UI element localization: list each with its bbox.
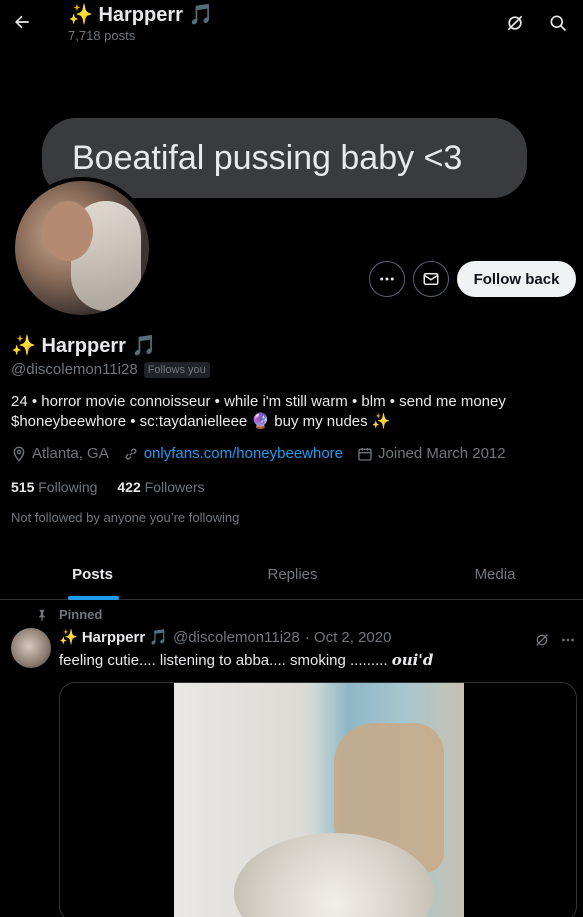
followers-count: 422 <box>117 479 141 495</box>
profile-tabs: Posts Replies Media <box>0 548 583 600</box>
handle-row: @discolemon11i28 Follows you <box>11 361 210 378</box>
tab-posts[interactable]: Posts <box>0 548 185 600</box>
top-bar: ✨ Harpperr 🎵 7,718 posts <box>0 0 583 50</box>
location-item: Atlanta, GA <box>11 445 109 462</box>
location-text: Atlanta, GA <box>32 445 109 462</box>
profile-bio: 24 • horror movie connoisseur • while i'… <box>11 392 576 432</box>
link-icon <box>125 447 137 460</box>
follow-counts: 515 Following 422 Followers <box>11 479 205 495</box>
active-tab-indicator <box>68 596 119 600</box>
post-media[interactable] <box>59 682 577 917</box>
location-icon <box>13 446 25 462</box>
message-button[interactable] <box>413 261 449 297</box>
search-icon[interactable] <box>545 10 571 36</box>
following-label: Following <box>38 479 98 495</box>
avatar-face <box>43 201 93 261</box>
pinned-indicator: Pinned <box>35 607 102 622</box>
profile-meta: Atlanta, GA onlyfans.com/honeybeewhore J… <box>11 445 520 462</box>
post-text-body: feeling cutie.... listening to abba.... … <box>59 652 388 669</box>
following-link[interactable]: 515 Following <box>11 479 97 495</box>
post-count: 7,718 posts <box>68 28 136 43</box>
back-arrow-icon[interactable] <box>8 8 36 36</box>
website-item[interactable]: onlyfans.com/honeybeewhore <box>123 445 343 462</box>
tab-media[interactable]: Media <box>400 548 583 600</box>
joined-item: Joined March 2012 <box>357 445 506 462</box>
header-title-block: ✨ Harpperr 🎵 7,718 posts <box>68 2 213 44</box>
post-date[interactable]: · Oct 2, 2020 <box>305 629 392 646</box>
profile-name: ✨ Harpperr 🎵 <box>11 335 157 357</box>
followers-link[interactable]: 422 Followers <box>117 479 204 495</box>
banner-text: Boeatifal pussing baby <3 <box>72 138 463 177</box>
grok-icon[interactable] <box>502 10 528 36</box>
tab-replies[interactable]: Replies <box>200 548 385 600</box>
website-link[interactable]: onlyfans.com/honeybeewhore <box>144 445 343 462</box>
pin-icon <box>39 609 45 621</box>
post-more-icon[interactable] <box>557 629 579 651</box>
follow-back-button[interactable]: Follow back <box>457 261 576 297</box>
post-author-handle[interactable]: @discolemon11i28 <box>173 629 300 646</box>
profile-handle: @discolemon11i28 <box>11 361 138 378</box>
profile-avatar[interactable] <box>11 177 153 319</box>
following-count: 515 <box>11 479 35 495</box>
more-icon <box>380 277 394 281</box>
followers-label: Followers <box>144 479 205 495</box>
header-title: ✨ Harpperr 🎵 <box>68 4 214 26</box>
calendar-icon <box>358 447 372 461</box>
post-grok-icon[interactable] <box>531 629 553 651</box>
post-media-image <box>174 683 464 917</box>
bio-line-1: 24 • horror movie connoisseur • while i'… <box>11 393 506 410</box>
post-header: ✨ Harpperr 🎵 @discolemon11i28 · Oct 2, 2… <box>59 628 392 647</box>
follows-you-badge: Follows you <box>143 361 210 378</box>
post-avatar[interactable] <box>11 628 51 668</box>
message-icon <box>423 273 439 285</box>
bio-line-2: $honeybeewhore • sc:taydanielleee 🔮 buy … <box>11 413 391 430</box>
post-text: feeling cutie.... listening to abba.... … <box>59 651 433 669</box>
joined-text: Joined March 2012 <box>378 445 506 462</box>
post-author-name[interactable]: ✨ Harpperr 🎵 <box>59 628 168 646</box>
more-button[interactable] <box>369 261 405 297</box>
not-followed-text: Not followed by anyone you’re following <box>11 510 240 525</box>
pinned-label: Pinned <box>59 607 103 622</box>
post-text-styled: oui'd <box>391 651 434 669</box>
